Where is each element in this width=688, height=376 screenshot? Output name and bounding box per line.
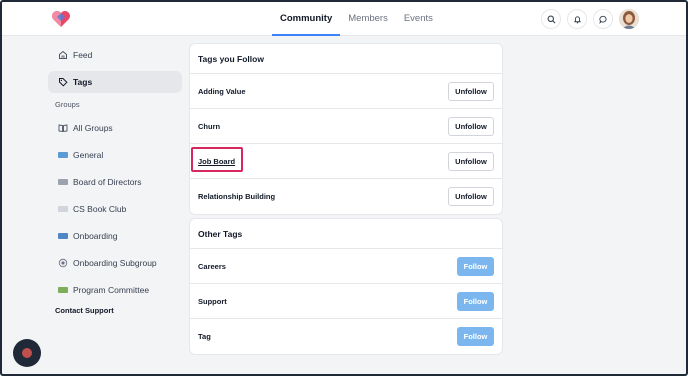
tag-name[interactable]: Adding Value bbox=[198, 87, 246, 96]
groups-heading: Groups bbox=[55, 100, 80, 109]
header-actions bbox=[541, 9, 639, 29]
list-item: Churn Unfollow bbox=[190, 109, 502, 144]
user-avatar[interactable] bbox=[619, 9, 639, 29]
app-window: Community Members Events Feed Tags Group… bbox=[0, 0, 688, 376]
sidebar-item-all-groups[interactable]: All Groups bbox=[48, 117, 182, 139]
sidebar-item-general[interactable]: General bbox=[48, 144, 182, 166]
record-button[interactable] bbox=[13, 339, 41, 367]
other-tags-card: Other Tags Careers Follow Support Follow… bbox=[189, 218, 503, 355]
flag-icon bbox=[58, 150, 68, 160]
card-title: Tags you Follow bbox=[190, 44, 502, 74]
tag-name[interactable]: Tag bbox=[198, 332, 211, 341]
follow-button[interactable]: Follow bbox=[457, 256, 494, 276]
unfollow-button[interactable]: Unfollow bbox=[448, 187, 494, 206]
flag-icon bbox=[58, 204, 68, 214]
sidebar-item-label: Feed bbox=[73, 50, 93, 60]
tab-community[interactable]: Community bbox=[272, 2, 341, 36]
tag-name[interactable]: Churn bbox=[198, 122, 220, 131]
follow-button[interactable]: Follow bbox=[457, 291, 494, 311]
list-item: Careers Follow bbox=[190, 249, 502, 284]
main-nav: Community Members Events bbox=[272, 2, 441, 36]
tag-name[interactable]: Support bbox=[198, 297, 227, 306]
home-icon bbox=[58, 50, 68, 60]
sidebar: Feed Tags Groups All Groups General Boar… bbox=[48, 44, 182, 315]
sidebar-item-label: General bbox=[73, 150, 104, 160]
list-item: Support Follow bbox=[190, 284, 502, 319]
list-item: Tag Follow bbox=[190, 319, 502, 354]
sidebar-item-cs-book-club[interactable]: CS Book Club bbox=[48, 198, 182, 220]
flag-icon bbox=[58, 285, 68, 295]
sidebar-item-label: Onboarding Subgroup bbox=[73, 258, 157, 268]
badge-icon bbox=[58, 258, 68, 268]
flag-icon bbox=[58, 231, 68, 241]
sidebar-item-label: Tags bbox=[73, 77, 93, 87]
unfollow-button[interactable]: Unfollow bbox=[448, 151, 494, 171]
list-item: Adding Value Unfollow bbox=[190, 74, 502, 109]
top-header: Community Members Events bbox=[2, 2, 686, 36]
bell-icon[interactable] bbox=[567, 9, 587, 29]
sidebar-item-board-of-directors[interactable]: Board of Directors bbox=[48, 171, 182, 193]
unfollow-button[interactable]: Unfollow bbox=[448, 116, 494, 136]
sidebar-item-program-committee[interactable]: Program Committee bbox=[48, 279, 182, 301]
tag-icon bbox=[58, 77, 68, 87]
sidebar-item-label: Board of Directors bbox=[73, 177, 142, 187]
sidebar-item-label: All Groups bbox=[73, 123, 113, 133]
unfollow-button[interactable]: Unfollow bbox=[448, 81, 494, 101]
book-icon bbox=[58, 123, 68, 133]
highlight-box bbox=[191, 147, 243, 172]
tag-name[interactable]: Relationship Building bbox=[198, 192, 275, 201]
sidebar-item-label: Onboarding bbox=[73, 231, 118, 241]
flag-icon bbox=[58, 177, 68, 187]
record-icon bbox=[22, 348, 32, 358]
chat-icon[interactable] bbox=[593, 9, 613, 29]
list-item: Relationship Building Unfollow bbox=[190, 179, 502, 214]
sidebar-item-feed[interactable]: Feed bbox=[48, 44, 182, 66]
sidebar-item-tags[interactable]: Tags bbox=[48, 71, 182, 93]
logo-icon[interactable] bbox=[51, 10, 71, 28]
tab-members[interactable]: Members bbox=[340, 2, 396, 36]
sidebar-item-label: CS Book Club bbox=[73, 204, 127, 214]
sidebar-item-label: Program Committee bbox=[73, 285, 150, 295]
sidebar-item-onboarding-subgroup[interactable]: Onboarding Subgroup bbox=[48, 252, 182, 274]
contact-support-link[interactable]: Contact Support bbox=[48, 306, 182, 315]
sidebar-item-onboarding[interactable]: Onboarding bbox=[48, 225, 182, 247]
tab-events[interactable]: Events bbox=[396, 2, 441, 36]
tag-name[interactable]: Careers bbox=[198, 262, 226, 271]
follow-button[interactable]: Follow bbox=[457, 327, 494, 346]
card-title: Other Tags bbox=[190, 219, 502, 249]
search-icon[interactable] bbox=[541, 9, 561, 29]
followed-tags-card: Tags you Follow Adding Value Unfollow Ch… bbox=[189, 43, 503, 215]
